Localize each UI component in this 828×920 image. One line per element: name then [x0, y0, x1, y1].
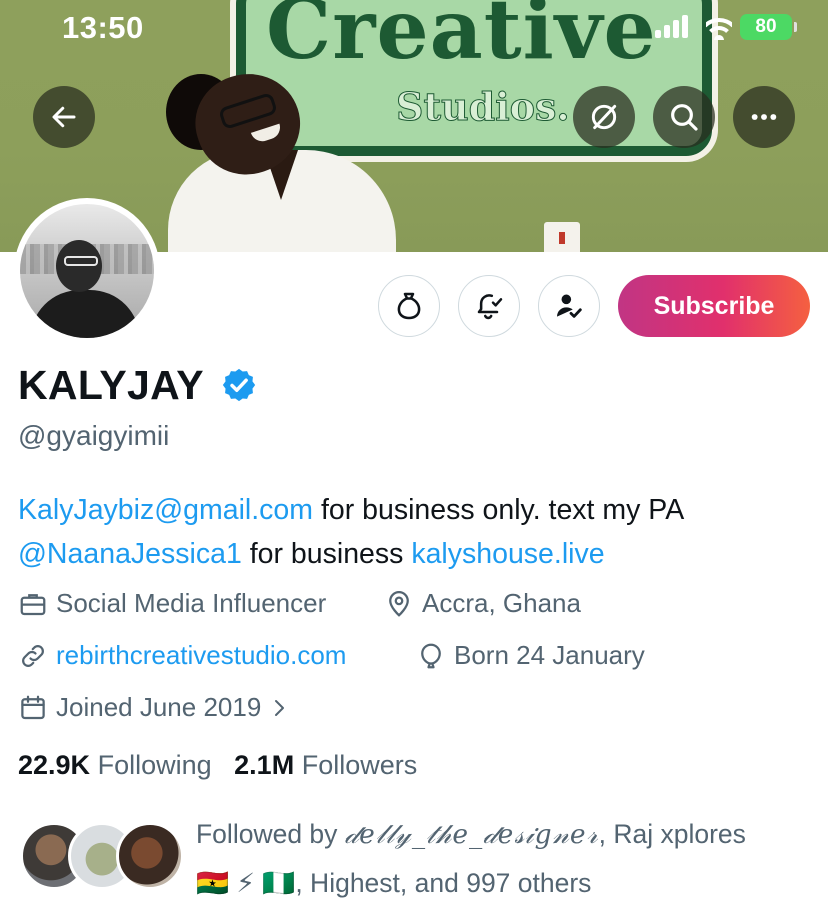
profile-birthday: Born 24 January — [416, 640, 645, 671]
joined-text: Joined June 2019 — [56, 692, 262, 722]
calendar-icon — [21, 695, 45, 719]
wall-outlet — [544, 222, 580, 252]
avatar-photo — [20, 204, 154, 338]
chevron-right-icon — [275, 699, 285, 716]
avatar-person-body — [30, 290, 140, 338]
tip-button[interactable] — [378, 275, 440, 337]
profile-avatar[interactable] — [14, 198, 160, 344]
following-count: 22.9K — [18, 750, 91, 780]
birthday-text: Born 24 January — [454, 640, 645, 670]
bio-text: for business — [241, 538, 412, 570]
banner-person-shirt — [168, 150, 396, 252]
status-time: 13:50 — [62, 10, 144, 45]
avatar-person-head — [56, 240, 102, 292]
subscribe-button[interactable]: Subscribe — [618, 275, 810, 337]
followed-by-user: 𝒹𝑒𝓁𝓁𝓎_𝓉𝒽𝑒_𝒹𝑒𝓈𝒾𝑔𝓃𝑒𝓇 — [344, 819, 599, 850]
profile-location: Accra, Ghana — [384, 588, 581, 619]
more-button[interactable] — [733, 86, 795, 148]
following-button[interactable] — [538, 275, 600, 337]
profile-joined[interactable]: Joined June 2019 — [18, 692, 299, 723]
bio-mention-link[interactable]: @NaanaJessica1 — [18, 538, 242, 570]
banner-sign-subtitle: Studios. — [396, 84, 571, 130]
search-icon — [671, 104, 698, 131]
back-button[interactable] — [33, 86, 95, 148]
mutual-followers-avatars[interactable] — [20, 822, 184, 892]
briefcase-icon — [20, 593, 46, 615]
follow-stats: 22.9K Following 2.1M Followers — [18, 750, 417, 781]
profile-category: Social Media Influencer — [18, 588, 326, 619]
search-button[interactable] — [653, 86, 715, 148]
notify-button[interactable] — [458, 275, 520, 337]
followed-by-user: Raj xplores — [613, 819, 746, 849]
more-icon — [751, 114, 777, 120]
followers-stat[interactable]: 2.1M Followers — [234, 750, 417, 780]
profile-bio: KalyJaybiz@gmail.com for business only. … — [18, 488, 818, 576]
battery-level: 80 — [755, 16, 777, 37]
following-stat[interactable]: 22.9K Following — [18, 750, 212, 780]
following-label: Following — [97, 750, 212, 780]
following-user-icon — [557, 294, 582, 318]
grok-button[interactable] — [573, 86, 635, 148]
location-text: Accra, Ghana — [422, 588, 581, 618]
followed-by-separator: , — [598, 819, 614, 849]
banner-sign: Creative Studios. — [236, 0, 712, 156]
followed-by-suffix: , Highest, and 997 others — [295, 868, 592, 898]
followers-count: 2.1M — [234, 750, 295, 780]
grok-icon — [591, 104, 617, 130]
arrow-left-icon — [52, 106, 76, 128]
followed-by-user: 🇬🇭 ⚡ 🇳🇬 — [196, 868, 296, 898]
followers-label: Followers — [301, 750, 418, 780]
profile-handle: @gyaigyimii — [18, 420, 170, 451]
avatar-person-glasses — [64, 256, 98, 266]
balloon-icon — [421, 643, 441, 668]
display-name: KALYJAY — [18, 362, 204, 408]
money-bag-icon — [397, 292, 421, 320]
followed-by-text[interactable]: Followed by 𝒹𝑒𝓁𝓁𝓎_𝓉𝒽𝑒_𝒹𝑒𝓈𝒾𝑔𝓃𝑒𝓇, Raj xplo… — [196, 810, 816, 907]
link-icon — [22, 644, 44, 667]
location-pin-icon — [389, 590, 409, 617]
website-link[interactable]: rebirthcreativestudio.com — [56, 640, 346, 671]
mutual-avatar — [116, 822, 184, 890]
bell-plus-icon — [477, 294, 503, 320]
bio-site-link[interactable]: kalyshouse.live — [411, 538, 604, 570]
battery-indicator: 80 — [740, 14, 797, 40]
verified-badge-icon[interactable] — [220, 366, 258, 404]
banner-sign-title: Creative — [266, 0, 657, 78]
category-text: Social Media Influencer — [56, 588, 327, 618]
bio-text: for business only. text my PA — [313, 494, 683, 526]
bio-email-link[interactable]: KalyJaybiz@gmail.com — [18, 494, 313, 526]
wifi-icon — [706, 14, 732, 40]
profile-website[interactable]: rebirthcreativestudio.com — [18, 640, 346, 671]
followed-by-prefix: Followed by — [196, 819, 345, 849]
